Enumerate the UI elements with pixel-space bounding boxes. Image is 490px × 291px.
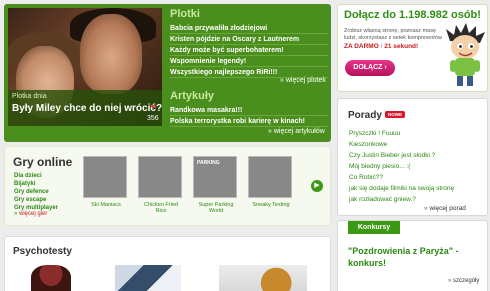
game-tile[interactable]: Sneaky Texting — [248, 156, 294, 208]
games-panel: Gry online Dla dzieci Bijatyki Gry defen… — [4, 146, 331, 226]
featured-tag: Plotka dnia — [12, 93, 47, 100]
plotki-title[interactable]: Plotki — [170, 8, 200, 20]
game-category-link[interactable]: Bijatyki — [14, 180, 58, 188]
game-category-link[interactable]: Gry escape — [14, 196, 58, 204]
more-plotki-link[interactable]: więcej plotek — [280, 77, 326, 84]
comment-count: 356 — [147, 115, 159, 122]
plotki-item[interactable]: Kristen pójdzie na Oscary z Lautnerem — [170, 34, 328, 45]
next-games-arrow-icon[interactable]: ▶ — [311, 180, 323, 192]
plotki-list: Babcia przywaliła złodziejowi Kristen pó… — [170, 23, 328, 78]
konkurs-details-link[interactable]: szczegóły — [448, 278, 479, 284]
join-seconds: 21 sekund! — [384, 43, 419, 50]
porady-box: Porady NOWE Pryszczki ! Fuuuu Kieszonkow… — [337, 98, 488, 216]
games-title[interactable]: Gry online — [13, 155, 72, 169]
game-name[interactable]: Chicken Fried Rice — [138, 202, 184, 214]
game-tile[interactable]: Ski Maniacs — [83, 156, 129, 208]
artykuly-item[interactable]: Randkowa masakra!!! — [170, 105, 328, 116]
new-badge: NOWE — [385, 111, 405, 118]
porady-item[interactable]: Mój biedny piesio... :( — [349, 161, 454, 172]
psychotesty-title[interactable]: Psychotesty — [13, 246, 72, 257]
mascot-icon — [446, 23, 485, 86]
konkursy-tab[interactable]: Konkursy — [348, 221, 400, 234]
join-free-label: ZA DARMO — [344, 43, 379, 50]
game-thumbnail[interactable] — [83, 156, 127, 198]
konkursy-box: Konkursy "Pozdrowienia z Paryża" - konku… — [337, 220, 488, 291]
porady-title[interactable]: Porady — [348, 110, 382, 121]
plotki-item[interactable]: Wspomnienie legendy! — [170, 56, 328, 67]
artykuly-title[interactable]: Artykuły — [170, 90, 214, 102]
game-name[interactable]: Super Parking World — [193, 202, 239, 214]
plotki-item[interactable]: Babcia przywaliła złodziejowi — [170, 23, 328, 34]
porady-item[interactable]: Kieszonkowe — [349, 139, 454, 150]
page: Plotka dnia Były Miley chce do niej wróc… — [0, 0, 490, 291]
artykuly-list: Randkowa masakra!!! Polska terrorystka r… — [170, 105, 328, 127]
porady-item[interactable]: Co Robić?? — [349, 172, 454, 183]
psychotest-thumbnail[interactable] — [31, 265, 71, 291]
artykuly-item[interactable]: Polska terrorystka robi karierę w kinach… — [170, 116, 328, 127]
more-artykuly-link[interactable]: więcej artykułów — [268, 128, 325, 135]
porady-item[interactable]: jak się dodaje filmiki na swoją stronę — [349, 183, 454, 194]
game-category-link[interactable]: Gry defence — [14, 188, 58, 196]
plotki-panel: Plotka dnia Były Miley chce do niej wróc… — [4, 4, 331, 142]
game-thumbnail[interactable] — [138, 156, 182, 198]
game-tile[interactable]: Chicken Fried Rice — [138, 156, 184, 214]
game-tile[interactable]: PARKING Super Parking World — [193, 156, 239, 214]
game-name[interactable]: Ski Maniacs — [83, 202, 129, 208]
game-thumbnail[interactable]: PARKING — [193, 156, 237, 198]
game-categories: Dla dzieci Bijatyki Gry defence Gry esca… — [14, 172, 58, 212]
featured-headline-link[interactable]: Były Miley chce do niej wrócić? — [12, 103, 162, 114]
more-games-link[interactable]: więcej gier — [14, 211, 47, 217]
join-box: Dołącz do 1.198.982 osób! Zrobisz własną… — [337, 4, 488, 92]
porady-item[interactable]: Czy Justin Bieber jest słodki ? — [349, 150, 454, 161]
join-free-info: ZA DARMO / 21 sekund! — [344, 43, 418, 50]
porady-item[interactable]: Pryszczki ! Fuuuu — [349, 128, 454, 139]
join-title: Dołącz do 1.198.982 osób! — [344, 9, 481, 21]
comment-marker-icon — [150, 105, 156, 109]
porady-list: Pryszczki ! Fuuuu Kieszonkowe Czy Justin… — [349, 128, 454, 205]
psychotest-thumbnail[interactable] — [219, 265, 307, 291]
psychotesty-panel: Psychotesty — [4, 236, 331, 291]
more-porady-link[interactable]: więcej porad — [424, 205, 466, 212]
game-thumbnail-caption: PARKING — [197, 160, 220, 166]
join-separator: / — [380, 43, 383, 50]
porady-item[interactable]: jak rozładować gniew.? — [349, 194, 454, 205]
psychotest-thumbnail[interactable] — [115, 265, 181, 291]
konkurs-link[interactable]: "Pozdrowienia z Paryża" - konkurs! — [348, 245, 483, 269]
game-name[interactable]: Sneaky Texting — [248, 202, 294, 208]
join-button[interactable]: DOŁĄCZ — [345, 60, 395, 76]
join-description: Zrobisz własną stronę, poznasz masę ludz… — [344, 28, 442, 41]
game-thumbnail[interactable] — [248, 156, 292, 198]
plotki-item[interactable]: Każdy może być superbohaterem! — [170, 45, 328, 56]
game-category-link[interactable]: Dla dzieci — [14, 172, 58, 180]
